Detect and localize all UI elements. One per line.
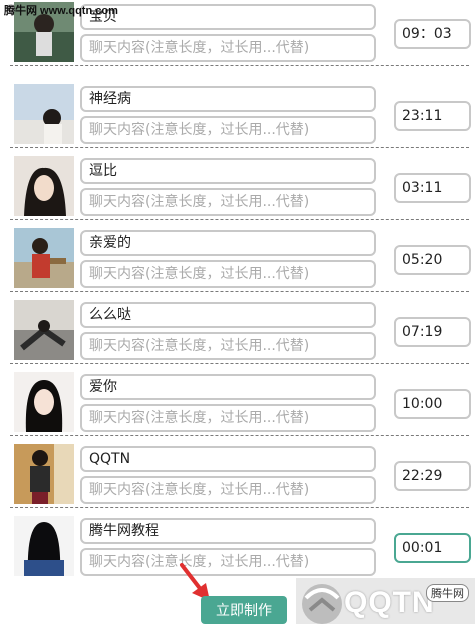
- qqtn-logo: QQTN 腾牛网: [296, 578, 475, 624]
- time-input[interactable]: 00:01: [394, 533, 471, 563]
- make-now-button[interactable]: 立即制作: [201, 596, 287, 624]
- avatar[interactable]: [14, 156, 74, 216]
- chat-row: 么么哒 聊天内容(注意长度，过长用...代替) 07:19: [0, 292, 475, 364]
- message-input[interactable]: 聊天内容(注意长度，过长用...代替): [80, 34, 376, 62]
- avatar[interactable]: [14, 300, 74, 360]
- avatar[interactable]: [14, 84, 74, 144]
- chat-row: 腾牛网教程 聊天内容(注意长度，过长用...代替) 00:01: [0, 508, 475, 580]
- message-input[interactable]: 聊天内容(注意长度，过长用...代替): [80, 116, 376, 144]
- avatar[interactable]: [14, 228, 74, 288]
- message-input[interactable]: 聊天内容(注意长度，过长用...代替): [80, 548, 376, 576]
- name-input[interactable]: 么么哒: [80, 302, 376, 328]
- logo-text: QQTN: [344, 586, 435, 619]
- avatar[interactable]: [14, 516, 74, 576]
- time-input[interactable]: 10:00: [394, 389, 471, 419]
- name-input[interactable]: 逗比: [80, 158, 376, 184]
- name-input[interactable]: 神经病: [80, 86, 376, 112]
- logo-badge: 腾牛网: [426, 584, 469, 602]
- avatar[interactable]: [14, 444, 74, 504]
- message-input[interactable]: 聊天内容(注意长度，过长用...代替): [80, 332, 376, 360]
- message-input[interactable]: 聊天内容(注意长度，过长用...代替): [80, 404, 376, 432]
- name-input[interactable]: 腾牛网教程: [80, 518, 376, 544]
- time-input[interactable]: 05:20: [394, 245, 471, 275]
- message-input[interactable]: 聊天内容(注意长度，过长用...代替): [80, 188, 376, 216]
- time-input[interactable]: 07:19: [394, 317, 471, 347]
- message-input[interactable]: 聊天内容(注意长度，过长用...代替): [80, 476, 376, 504]
- chat-row: 神经病 聊天内容(注意长度，过长用...代替) 23:11: [0, 76, 475, 148]
- message-input[interactable]: 聊天内容(注意长度，过长用...代替): [80, 260, 376, 288]
- chat-row: 逗比 聊天内容(注意长度，过长用...代替) 03:11: [0, 148, 475, 220]
- chat-row: 爱你 聊天内容(注意长度，过长用...代替) 10:00: [0, 364, 475, 436]
- row-divider: [10, 65, 469, 66]
- time-input[interactable]: 09：03: [394, 19, 471, 49]
- site-watermark: 腾牛网 www.qqtn.com: [4, 5, 118, 17]
- name-input[interactable]: 爱你: [80, 374, 376, 400]
- avatar[interactable]: [14, 372, 74, 432]
- chat-row: 亲爱的 聊天内容(注意长度，过长用...代替) 05:20: [0, 220, 475, 292]
- time-input[interactable]: 23:11: [394, 101, 471, 131]
- name-input[interactable]: 宝贝: [80, 4, 376, 30]
- name-input[interactable]: QQTN: [80, 446, 376, 472]
- name-input[interactable]: 亲爱的: [80, 230, 376, 256]
- chat-row: QQTN 聊天内容(注意长度，过长用...代替) 22:29: [0, 436, 475, 508]
- time-input[interactable]: 03:11: [394, 173, 471, 203]
- time-input[interactable]: 22:29: [394, 461, 471, 491]
